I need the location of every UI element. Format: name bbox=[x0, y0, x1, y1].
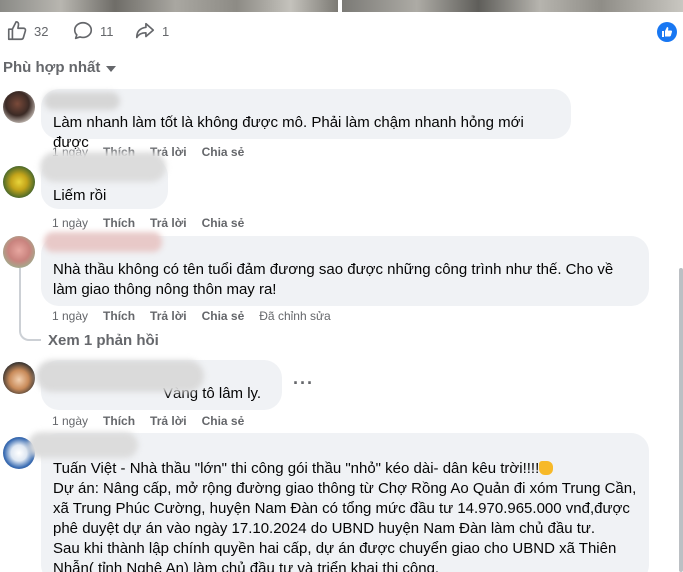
like-reaction-badge[interactable] bbox=[657, 22, 677, 42]
comment-text-line-5: Sau khi thành lập chính quyền hai cấp, d… bbox=[53, 540, 617, 557]
comment-text-line-4: phê duyệt dự án vào ngày 17.10.2024 do U… bbox=[53, 520, 596, 537]
share-button[interactable]: Chia sẻ bbox=[202, 145, 245, 159]
like-reaction-icon bbox=[662, 27, 673, 37]
view-replies-label: Xem 1 phản hồi bbox=[48, 332, 159, 349]
share-count-button[interactable]: 1 bbox=[134, 20, 169, 42]
post-photo-strip[interactable] bbox=[0, 0, 683, 12]
avatar[interactable] bbox=[3, 236, 35, 268]
comment-bubble-icon bbox=[73, 21, 93, 40]
post-photo-2[interactable] bbox=[342, 0, 683, 12]
reply-button[interactable]: Trả lời bbox=[150, 216, 187, 230]
commenter-name-redacted bbox=[36, 360, 204, 392]
reply-thread-line bbox=[19, 268, 41, 341]
comment-time[interactable]: 1 ngày bbox=[52, 414, 88, 428]
edited-label: Đã chỉnh sửa bbox=[259, 309, 331, 323]
comment-text-line-1: Nhà thầu không có tên tuổi đảm đương sao… bbox=[53, 261, 614, 278]
comment-text-line-6: Nhẫn( tỉnh Nghệ An) làm chủ đầu tư và tr… bbox=[53, 560, 440, 572]
share-button[interactable]: Chia sẻ bbox=[202, 216, 245, 230]
comment-count: 11 bbox=[100, 23, 114, 39]
commenter-name-redacted bbox=[44, 92, 120, 110]
comment-time[interactable]: 1 ngày bbox=[52, 216, 88, 230]
reaction-bar: 32 11 1 bbox=[0, 14, 683, 50]
reply-button[interactable]: Trả lời bbox=[150, 309, 187, 323]
like-count: 32 bbox=[34, 23, 49, 39]
share-button[interactable]: Chia sẻ bbox=[202, 309, 245, 323]
comment-text-line-2: làm giao thông nông thôn may ra! bbox=[53, 281, 277, 298]
thumbs-up-emoji-icon bbox=[539, 461, 554, 475]
commenter-name-redacted bbox=[40, 152, 166, 182]
chevron-down-icon bbox=[106, 66, 117, 72]
comment-sort-dropdown[interactable]: Phù hợp nhất bbox=[3, 59, 117, 76]
comment-text-line-1: Tuấn Việt - Nhà thầu "lớn" thi công gói … bbox=[53, 459, 637, 479]
sort-label: Phù hợp nhất bbox=[3, 59, 101, 76]
more-options-icon[interactable]: ··· bbox=[293, 373, 314, 394]
like-button[interactable]: Thích bbox=[103, 309, 135, 323]
avatar[interactable] bbox=[3, 91, 35, 123]
commenter-name-redacted bbox=[44, 232, 162, 252]
comment-text-line-3: xã Trung Phúc Cường, huyện Nam Đàn có tổ… bbox=[53, 500, 630, 517]
view-replies-link[interactable]: Xem 1 phản hồi bbox=[48, 332, 159, 349]
comment-actions: 1 ngày Thích Trả lời Chia sẻ Đã chỉnh sử… bbox=[52, 309, 346, 323]
comment-time[interactable]: 1 ngày bbox=[52, 309, 88, 323]
avatar[interactable] bbox=[3, 362, 35, 394]
post-photo-1[interactable] bbox=[0, 0, 338, 12]
comment-count-button[interactable]: 11 bbox=[72, 20, 114, 42]
avatar[interactable] bbox=[3, 166, 35, 198]
commenter-name-redacted bbox=[28, 432, 138, 458]
comment-text: Liếm rồi bbox=[53, 187, 107, 204]
share-button[interactable]: Chia sẻ bbox=[202, 414, 245, 428]
like-count-button[interactable]: 32 bbox=[6, 20, 48, 42]
comment-actions: 1 ngày Thích Trả lời Chia sẻ bbox=[52, 216, 259, 230]
scrollbar[interactable] bbox=[679, 268, 683, 572]
comment-bubble: Làm nhanh làm tốt là không được mô. Phải… bbox=[41, 89, 571, 151]
comment-text-line-2: Dự án: Nâng cấp, mở rộng đường giao thôn… bbox=[53, 480, 637, 497]
reply-button[interactable]: Trả lời bbox=[150, 414, 187, 428]
thumbs-up-icon bbox=[7, 21, 27, 41]
share-arrow-icon bbox=[135, 22, 155, 39]
comment-actions: 1 ngày Thích Trả lời Chia sẻ bbox=[52, 414, 259, 428]
like-button[interactable]: Thích bbox=[103, 216, 135, 230]
like-button[interactable]: Thích bbox=[103, 414, 135, 428]
share-count: 1 bbox=[162, 23, 170, 39]
